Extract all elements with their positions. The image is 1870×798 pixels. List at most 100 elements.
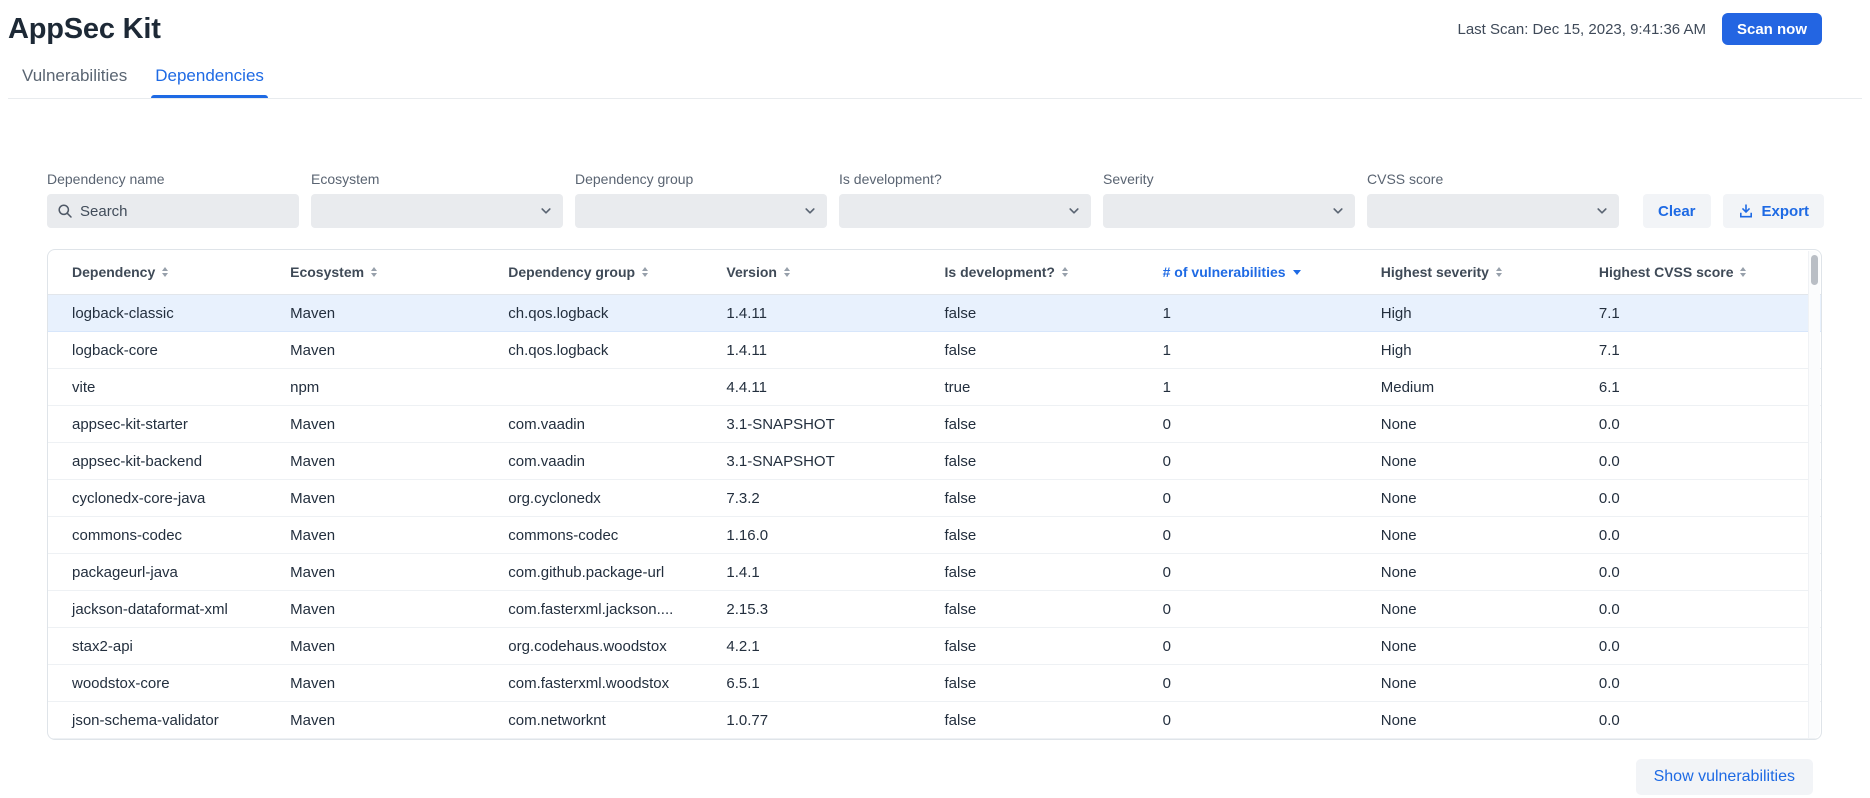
cell-version: 4.4.11: [710, 379, 928, 396]
column-header-dependency-group[interactable]: Dependency group: [492, 264, 710, 280]
cell-dependency-group: com.github.package-url: [492, 564, 710, 581]
column-header-dependency[interactable]: Dependency: [56, 264, 274, 280]
cell-is-development: false: [929, 712, 1147, 729]
sort-icon[interactable]: [784, 267, 790, 277]
show-vulnerabilities-button[interactable]: Show vulnerabilities: [1636, 759, 1813, 795]
table-row[interactable]: appsec-kit-backend Maven com.vaadin 3.1-…: [48, 443, 1821, 480]
sort-icon[interactable]: [162, 267, 168, 277]
select-dropdown[interactable]: [839, 194, 1091, 228]
column-header-of-vulnerabilities[interactable]: # of vulnerabilities: [1147, 264, 1365, 280]
cell-highest-cvss: 0.0: [1583, 527, 1801, 544]
column-header-highest-severity[interactable]: Highest severity: [1365, 264, 1583, 280]
filter-dependency-group: Dependency group: [575, 171, 827, 228]
cell-dependency: appsec-kit-backend: [56, 453, 274, 470]
tab-vulnerabilities[interactable]: Vulnerabilities: [8, 62, 141, 98]
cell-highest-severity: None: [1365, 564, 1583, 581]
table-row[interactable]: json-schema-validator Maven com.networkn…: [48, 702, 1821, 739]
column-header-is-development[interactable]: Is development?: [929, 264, 1147, 280]
chevron-down-icon: [1331, 204, 1345, 218]
cell-version: 2.15.3: [710, 601, 928, 618]
cell-highest-cvss: 0.0: [1583, 564, 1801, 581]
cell-highest-severity: None: [1365, 712, 1583, 729]
table-header-row: Dependency Ecosystem Dependency group Ve…: [48, 250, 1821, 295]
cell-ecosystem: Maven: [274, 342, 492, 359]
table-row[interactable]: stax2-api Maven org.codehaus.woodstox 4.…: [48, 628, 1821, 665]
table-row[interactable]: packageurl-java Maven com.github.package…: [48, 554, 1821, 591]
cell-ecosystem: Maven: [274, 305, 492, 322]
cell-dependency: vite: [56, 379, 274, 396]
column-header-label: Highest CVSS score: [1599, 264, 1734, 280]
select-dropdown[interactable]: [575, 194, 827, 228]
cell-version: 3.1-SNAPSHOT: [710, 416, 928, 433]
cell-vulnerabilities: 0: [1147, 490, 1365, 507]
column-header-highest-cvss-score[interactable]: Highest CVSS score: [1583, 264, 1801, 280]
cell-is-development: false: [929, 342, 1147, 359]
cell-vulnerabilities: 1: [1147, 379, 1365, 396]
column-header-label: Is development?: [945, 264, 1055, 280]
cell-vulnerabilities: 0: [1147, 453, 1365, 470]
table-row[interactable]: commons-codec Maven commons-codec 1.16.0…: [48, 517, 1821, 554]
filter-label: Dependency group: [575, 171, 827, 187]
cell-highest-cvss: 0.0: [1583, 601, 1801, 618]
table-row[interactable]: jackson-dataformat-xml Maven com.fasterx…: [48, 591, 1821, 628]
cell-dependency: packageurl-java: [56, 564, 274, 581]
filter-label: Severity: [1103, 171, 1355, 187]
cell-is-development: true: [929, 379, 1147, 396]
clear-button[interactable]: Clear: [1643, 194, 1711, 228]
cell-dependency: json-schema-validator: [56, 712, 274, 729]
cell-highest-severity: None: [1365, 490, 1583, 507]
table-row[interactable]: logback-core Maven ch.qos.logback 1.4.11…: [48, 332, 1821, 369]
cell-dependency: cyclonedx-core-java: [56, 490, 274, 507]
cell-version: 1.0.77: [710, 712, 928, 729]
cell-dependency-group: com.vaadin: [492, 453, 710, 470]
sort-icon[interactable]: [1740, 267, 1746, 277]
search-input[interactable]: [47, 194, 299, 228]
table-row[interactable]: woodstox-core Maven com.fasterxml.woodst…: [48, 665, 1821, 702]
cell-highest-severity: High: [1365, 305, 1583, 322]
table-row[interactable]: cyclonedx-core-java Maven org.cyclonedx …: [48, 480, 1821, 517]
cell-highest-severity: None: [1365, 675, 1583, 692]
cell-version: 7.3.2: [710, 490, 928, 507]
cell-highest-cvss: 0.0: [1583, 416, 1801, 433]
select-dropdown[interactable]: [1103, 194, 1355, 228]
cell-dependency-group: com.fasterxml.woodstox: [492, 675, 710, 692]
cell-is-development: false: [929, 527, 1147, 544]
cell-ecosystem: Maven: [274, 712, 492, 729]
sort-icon[interactable]: [1062, 267, 1068, 277]
scan-now-button[interactable]: Scan now: [1722, 13, 1822, 45]
cell-ecosystem: Maven: [274, 601, 492, 618]
cell-highest-cvss: 0.0: [1583, 712, 1801, 729]
cell-is-development: false: [929, 416, 1147, 433]
select-dropdown[interactable]: [1367, 194, 1619, 228]
cell-is-development: false: [929, 675, 1147, 692]
cell-dependency-group: com.fasterxml.jackson....: [492, 601, 710, 618]
tab-dependencies[interactable]: Dependencies: [141, 62, 278, 98]
sort-icon[interactable]: [1293, 270, 1301, 275]
scrollbar-thumb[interactable]: [1811, 255, 1818, 285]
column-header-ecosystem[interactable]: Ecosystem: [274, 264, 492, 280]
dependencies-table: Dependency Ecosystem Dependency group Ve…: [47, 249, 1822, 740]
cell-ecosystem: Maven: [274, 453, 492, 470]
cell-dependency: logback-classic: [56, 305, 274, 322]
select-dropdown[interactable]: [311, 194, 563, 228]
cell-is-development: false: [929, 601, 1147, 618]
export-button[interactable]: Export: [1723, 194, 1825, 228]
cell-ecosystem: Maven: [274, 638, 492, 655]
filter-ecosystem: Ecosystem: [311, 171, 563, 228]
table-row[interactable]: logback-classic Maven ch.qos.logback 1.4…: [48, 295, 1821, 332]
search-text-input[interactable]: [80, 203, 289, 220]
cell-dependency-group: ch.qos.logback: [492, 305, 710, 322]
cell-highest-severity: Medium: [1365, 379, 1583, 396]
cell-version: 1.16.0: [710, 527, 928, 544]
sort-icon[interactable]: [1496, 267, 1502, 277]
vertical-scrollbar[interactable]: [1808, 251, 1820, 738]
column-header-label: Highest severity: [1381, 264, 1489, 280]
topbar-right: Last Scan: Dec 15, 2023, 9:41:36 AM Scan…: [1457, 13, 1822, 45]
filter-is-development: Is development?: [839, 171, 1091, 228]
sort-icon[interactable]: [642, 267, 648, 277]
table-body: logback-classic Maven ch.qos.logback 1.4…: [48, 295, 1821, 739]
sort-icon[interactable]: [371, 267, 377, 277]
column-header-version[interactable]: Version: [710, 264, 928, 280]
table-row[interactable]: appsec-kit-starter Maven com.vaadin 3.1-…: [48, 406, 1821, 443]
table-row[interactable]: vite npm 4.4.11 true 1 Medium 6.1: [48, 369, 1821, 406]
